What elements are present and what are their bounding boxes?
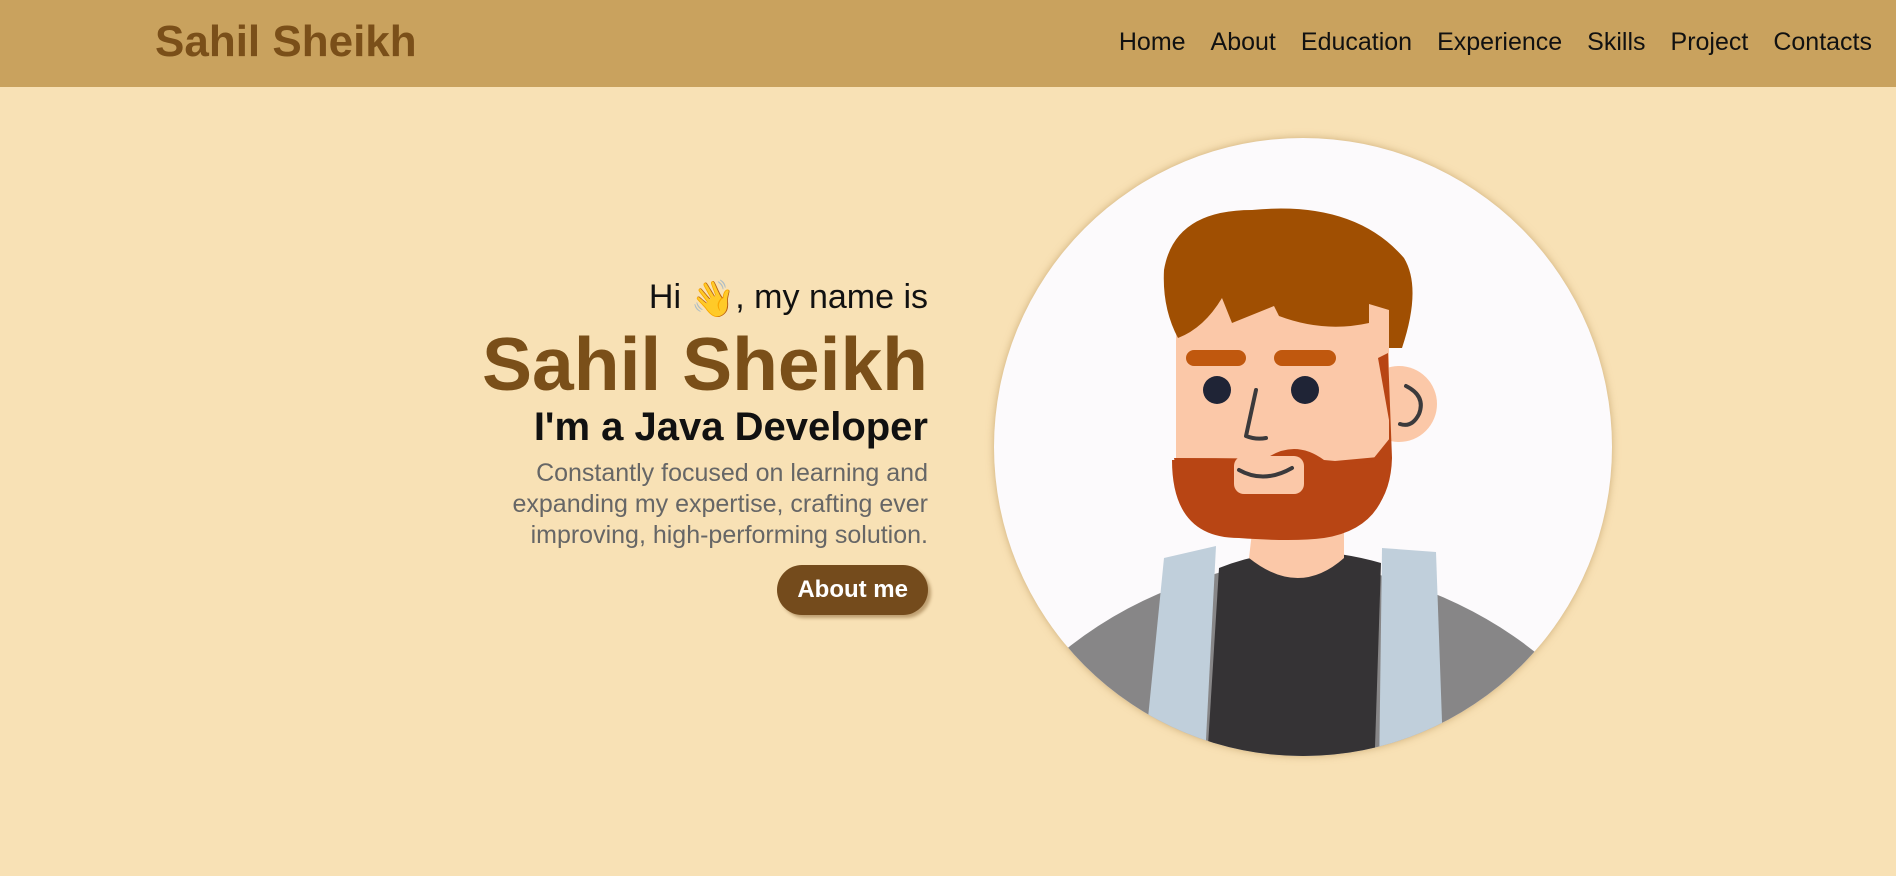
nav-home-link[interactable]: Home bbox=[1119, 26, 1186, 58]
hero-name: Sahil Sheikh bbox=[482, 322, 928, 406]
nav-about-link[interactable]: About bbox=[1211, 26, 1276, 58]
navbar: Sahil Sheikh Home About Education Experi… bbox=[0, 0, 1896, 87]
greeting-rest: , my name is bbox=[735, 278, 928, 316]
developer-avatar-icon bbox=[994, 208, 1602, 756]
hero-description: Constantly focused on learning and expan… bbox=[512, 459, 929, 549]
waving-hand-icon: 👋 bbox=[690, 278, 736, 319]
hero-role: I'm a Java Developer bbox=[533, 405, 928, 449]
avatar-portrait bbox=[994, 138, 1612, 756]
nav-links: Home About Education Experience Skills P… bbox=[1094, 26, 1872, 58]
nav-contacts-link[interactable]: Contacts bbox=[1773, 26, 1872, 58]
about-me-button[interactable]: About me bbox=[777, 565, 928, 615]
nav-experience-link[interactable]: Experience bbox=[1437, 26, 1562, 58]
nav-project-link[interactable]: Project bbox=[1671, 26, 1749, 58]
nav-education-link[interactable]: Education bbox=[1301, 26, 1412, 58]
hero-intro: Hi 👋, my name is Sahil Sheikh I'm a Java… bbox=[368, 270, 928, 615]
nav-skills-link[interactable]: Skills bbox=[1587, 26, 1645, 58]
greeting-hi: Hi bbox=[648, 278, 681, 316]
brand-logo[interactable]: Sahil Sheikh bbox=[155, 16, 417, 68]
hero-greeting: Hi 👋, my name is bbox=[368, 270, 928, 324]
